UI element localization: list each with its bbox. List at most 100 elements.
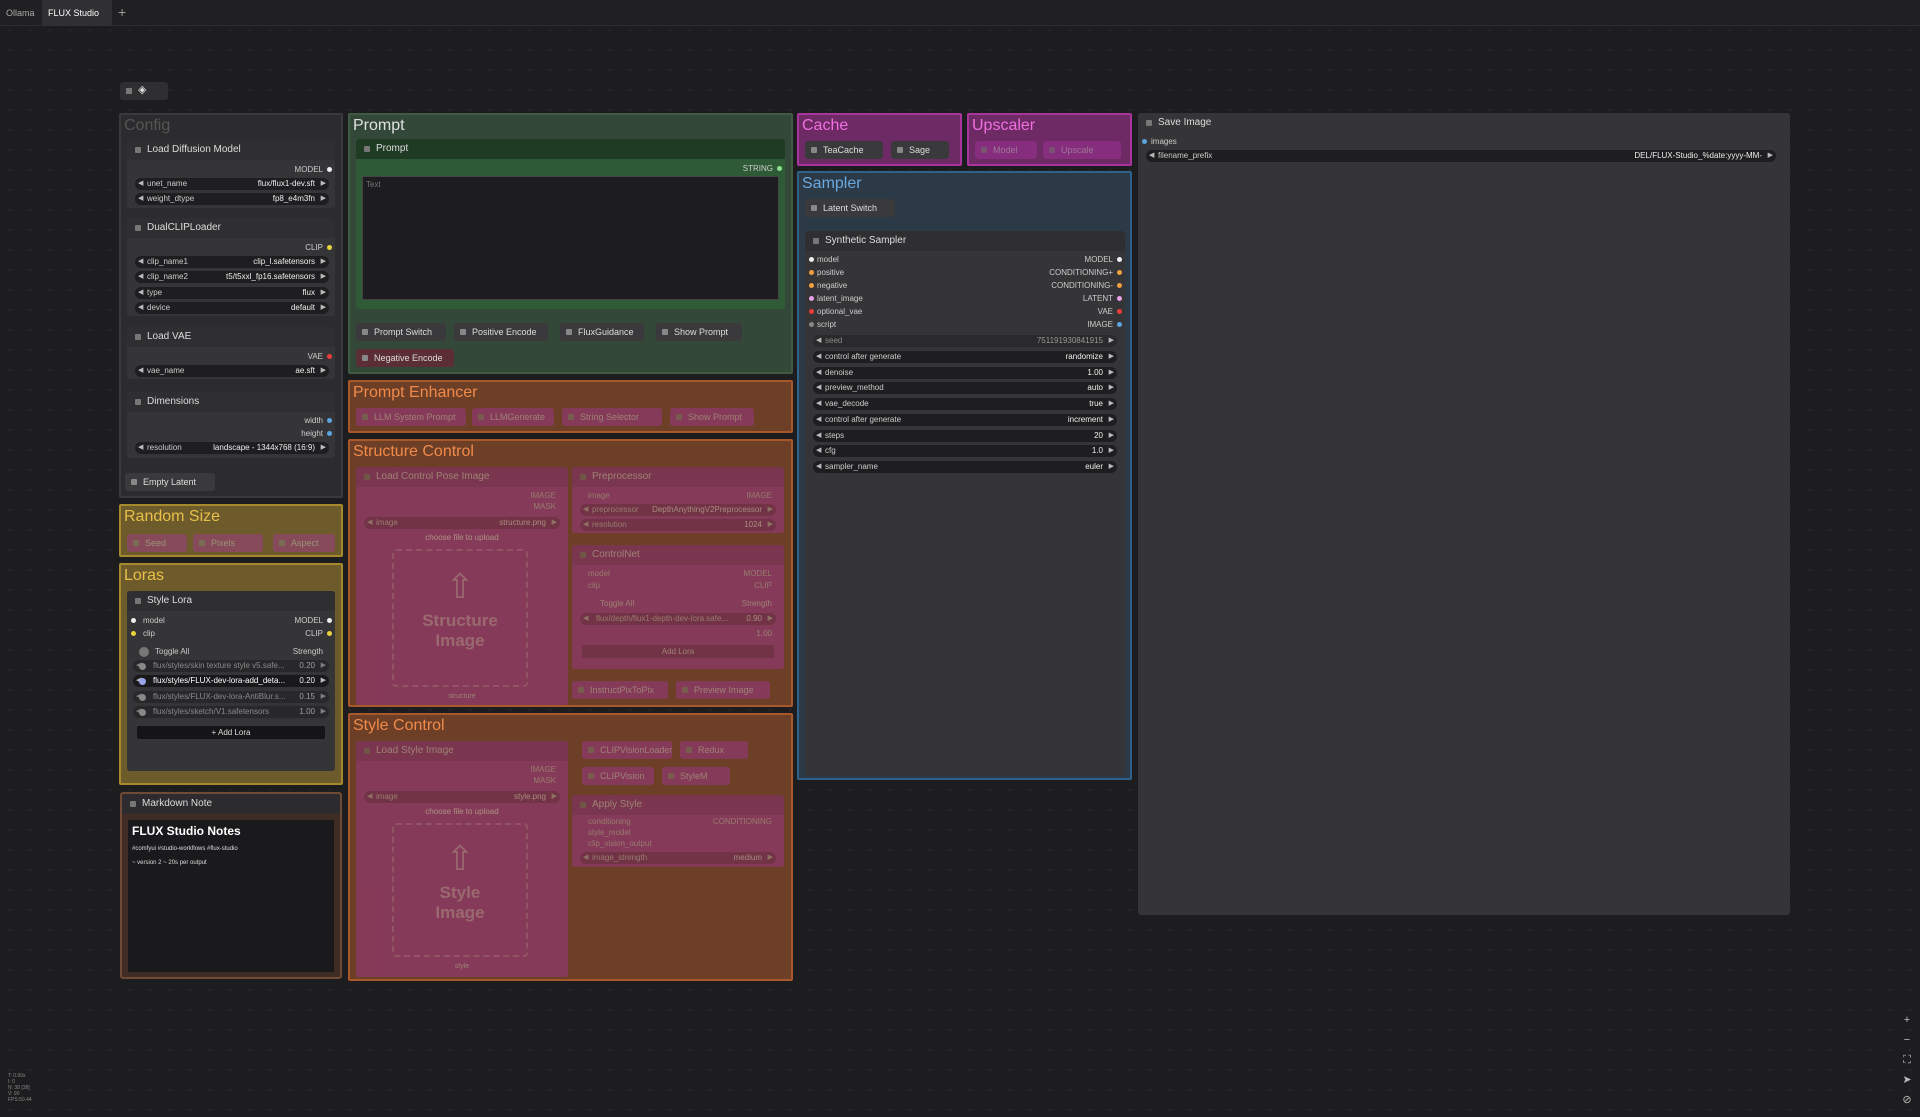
filename-prefix-widget[interactable]: filename_prefixDEL/FLUX-Studio_%date:yyy… xyxy=(1146,150,1776,162)
style-model-node[interactable]: StyleM xyxy=(662,767,730,785)
aspect-node[interactable]: Aspect xyxy=(273,534,335,552)
lora-toggle-icon[interactable] xyxy=(139,694,146,701)
group-config[interactable]: Config Load Diffusion Model MODEL unet_n… xyxy=(119,113,343,498)
zoom-out-icon[interactable]: − xyxy=(1900,1033,1914,1047)
sampler-widget[interactable]: steps20 xyxy=(813,429,1117,442)
input-pin-images[interactable] xyxy=(1142,139,1147,144)
output-pin[interactable] xyxy=(1117,270,1122,275)
clip-type-widget[interactable]: typeflux xyxy=(135,287,329,299)
node-load-diffusion-model[interactable]: Load Diffusion Model MODEL unet_nameflux… xyxy=(127,140,335,208)
instruct-pix-node[interactable]: InstructPixToPix xyxy=(572,681,668,699)
prompt-text-input[interactable] xyxy=(362,176,779,300)
image-strength-widget[interactable]: image_strengthmedium xyxy=(580,852,776,864)
resolution-widget[interactable]: resolution1024 xyxy=(580,519,776,531)
preview-image-node[interactable]: Preview Image xyxy=(676,681,770,699)
weight-dtype-widget[interactable]: weight_dtypefp8_e4m3fn xyxy=(135,193,329,205)
node-load-vae[interactable]: Load VAE VAE vae_nameae.sft xyxy=(127,327,335,379)
show-prompt-node[interactable]: Show Prompt xyxy=(656,323,742,341)
output-pin-model[interactable] xyxy=(327,618,332,623)
vae-name-widget[interactable]: vae_nameae.sft xyxy=(135,365,329,377)
group-cache[interactable]: Cache TeaCache Sage xyxy=(797,113,962,166)
preprocessor-widget[interactable]: preprocessorDepthAnythingV2Preprocessor xyxy=(580,504,776,516)
sampler-widget[interactable]: denoise1.00 xyxy=(813,366,1117,379)
empty-latent-node[interactable]: Empty Latent xyxy=(125,473,215,491)
image-widget[interactable]: imagestyle.png xyxy=(364,791,560,803)
output-pin[interactable] xyxy=(1117,283,1122,288)
toggle-all-icon[interactable] xyxy=(139,647,149,657)
node-dimensions[interactable]: Dimensions width height resolutionlandsc… xyxy=(127,392,335,458)
zoom-in-icon[interactable]: + xyxy=(1900,1013,1914,1027)
node-markdown-note[interactable]: Markdown Note FLUX Studio Notes #comfyui… xyxy=(120,792,342,979)
group-random-size[interactable]: Random Size Seed Pixels Aspect xyxy=(119,504,343,557)
latent-switch-node[interactable]: Latent Switch xyxy=(805,199,895,217)
output-pin[interactable] xyxy=(1117,296,1122,301)
sampler-widget[interactable]: sampler_nameeuler xyxy=(813,460,1117,473)
clip-name1-widget[interactable]: clip_name1clip_l.safetensors xyxy=(135,256,329,268)
pointer-icon[interactable]: ➤ xyxy=(1900,1073,1914,1087)
tab-ollama[interactable]: Ollama xyxy=(0,0,38,26)
string-selector-node[interactable]: String Selector xyxy=(562,408,662,426)
output-pin-width[interactable] xyxy=(327,418,332,423)
output-pin[interactable] xyxy=(1117,322,1122,327)
node-preprocessor[interactable]: Preprocessor image IMAGE preprocessorDep… xyxy=(572,467,784,533)
input-pin-model[interactable] xyxy=(131,618,136,623)
teacache-node[interactable]: TeaCache xyxy=(805,141,883,159)
choose-file-button[interactable]: choose file to upload xyxy=(356,533,568,542)
upload-dropzone[interactable]: ⇧ Style Image xyxy=(392,823,528,957)
upscale-model-node[interactable]: Model xyxy=(975,141,1037,159)
input-pin-clip[interactable] xyxy=(131,631,136,636)
add-lora-button[interactable]: + Add Lora xyxy=(137,726,325,739)
seed-widget[interactable]: seed751191930841915 xyxy=(813,335,1117,347)
node-load-style-image[interactable]: Load Style Image IMAGE MASK imagestyle.p… xyxy=(356,741,568,977)
llm-generate-node[interactable]: LLMGenerate xyxy=(472,408,554,426)
lora-toggle-icon[interactable] xyxy=(139,678,146,685)
input-pin[interactable] xyxy=(809,296,814,301)
input-pin[interactable] xyxy=(809,283,814,288)
node-load-control-image[interactable]: Load Control Pose Image IMAGE MASK image… xyxy=(356,467,568,705)
node-save-image[interactable]: Save Image images filename_prefixDEL/FLU… xyxy=(1138,113,1790,915)
upload-dropzone[interactable]: ⇧ Structure Image xyxy=(392,549,528,687)
add-lora-button[interactable]: Add Lora xyxy=(582,645,774,658)
group-sampler[interactable]: Sampler Latent Switch Synthetic Sampler … xyxy=(797,171,1132,780)
lora-row[interactable]: flux/depth/flux1-depth-dev-lora.safe...0… xyxy=(580,613,776,625)
node-prompt[interactable]: Prompt STRING xyxy=(356,139,785,309)
lora-row[interactable]: flux/styles/skin texture style v5.safe..… xyxy=(133,660,329,672)
image-widget[interactable]: imagestructure.png xyxy=(364,517,560,529)
sampler-widget[interactable]: control after generaterandomize xyxy=(813,351,1117,363)
sampler-widget[interactable]: control after generateincrement xyxy=(813,413,1117,426)
node-style-lora[interactable]: Style Lora model clip MODEL CLIP Toggle … xyxy=(127,591,335,771)
lora-row[interactable]: flux/styles/sketch/V1.safetensors1.00 xyxy=(133,706,329,718)
node-apply-style[interactable]: Apply Style conditioning style_model cli… xyxy=(572,795,784,867)
prompt-switch-node[interactable]: Prompt Switch xyxy=(356,323,446,341)
node-controlnet[interactable]: ControlNet model clip MODEL CLIP Toggle … xyxy=(572,545,784,669)
choose-file-button[interactable]: choose file to upload xyxy=(356,807,568,816)
group-prompt-enhancer[interactable]: Prompt Enhancer LLM System Prompt LLMGen… xyxy=(348,380,793,433)
seed-node[interactable]: Seed xyxy=(127,534,187,552)
input-pin[interactable] xyxy=(809,270,814,275)
input-pin[interactable] xyxy=(809,257,814,262)
node-synthetic-sampler[interactable]: Synthetic Sampler model MODEL positive COND… xyxy=(805,231,1125,776)
group-upscaler[interactable]: Upscaler Model Upscale xyxy=(967,113,1132,166)
input-pin[interactable] xyxy=(809,309,814,314)
group-loras[interactable]: Loras Style Lora model clip MODEL CLIP T… xyxy=(119,563,343,785)
resolution-widget[interactable]: resolutionlandscape - 1344x768 (16:9) xyxy=(135,442,329,454)
node-dual-clip-loader[interactable]: DualCLIPLoader CLIP clip_name1clip_l.saf… xyxy=(127,218,335,316)
clip-vision-loader-node[interactable]: CLIPVisionLoader xyxy=(582,741,672,759)
group-style-control[interactable]: Style Control Load Style Image IMAGE MAS… xyxy=(348,713,793,981)
pixels-node[interactable]: Pixels xyxy=(193,534,263,552)
output-pin-height[interactable] xyxy=(327,431,332,436)
negative-encode-node[interactable]: Negative Encode xyxy=(356,349,454,367)
clip-vision-node[interactable]: CLIPVision xyxy=(582,767,654,785)
output-pin[interactable] xyxy=(1117,309,1122,314)
group-structure-control[interactable]: Structure Control Load Control Pose Imag… xyxy=(348,439,793,707)
sage-node[interactable]: Sage xyxy=(891,141,949,159)
lora-toggle-icon[interactable] xyxy=(139,709,146,716)
redux-node[interactable]: Redux xyxy=(680,741,748,759)
fit-view-icon[interactable]: ⛶ xyxy=(1900,1053,1914,1067)
output-pin[interactable] xyxy=(327,167,332,172)
clip-name2-widget[interactable]: clip_name2t5/t5xxl_fp16.safetensors xyxy=(135,271,329,283)
collapsed-node[interactable]: ◈ xyxy=(120,82,168,100)
output-pin[interactable] xyxy=(327,245,332,250)
upscale-node[interactable]: Upscale xyxy=(1043,141,1121,159)
new-tab-icon[interactable]: + xyxy=(118,4,126,20)
